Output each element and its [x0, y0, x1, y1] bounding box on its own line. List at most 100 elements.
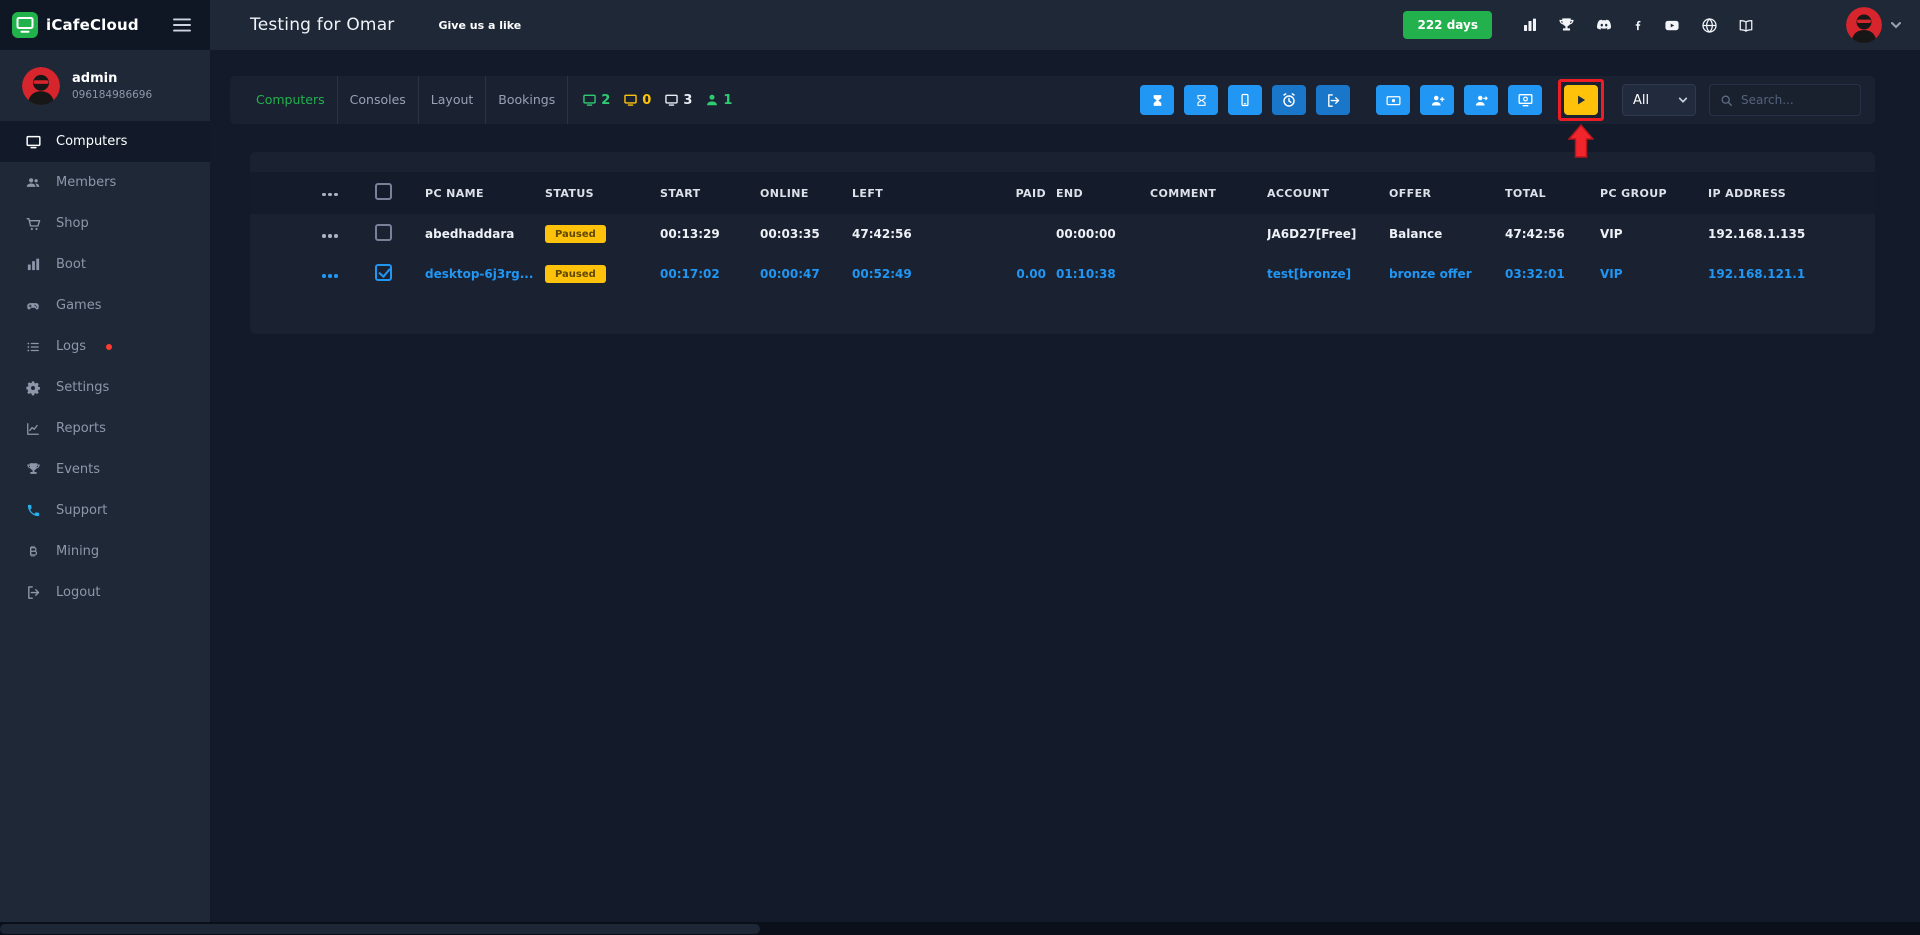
list-icon — [24, 340, 42, 354]
col-header-start[interactable]: START — [660, 187, 760, 200]
user-block[interactable]: admin 096184986696 — [0, 50, 210, 117]
trophy-icon — [24, 462, 42, 477]
hourglass-fill-icon — [1151, 93, 1164, 108]
facebook-icon[interactable] — [1633, 17, 1643, 34]
cell-pc-name[interactable]: desktop-6j3rg... — [425, 267, 545, 281]
search-input[interactable] — [1741, 93, 1850, 107]
col-header-account[interactable]: ACCOUNT — [1267, 187, 1389, 200]
person-icon — [705, 93, 719, 107]
col-header-left[interactable]: LEFT — [852, 187, 1012, 200]
sidebar-item-games[interactable]: Games — [0, 285, 210, 326]
account-menu[interactable] — [1846, 7, 1902, 43]
money-icon — [1385, 93, 1402, 108]
sidebar-item-settings[interactable]: Settings — [0, 367, 210, 408]
youtube-icon[interactable] — [1662, 18, 1682, 33]
row-actions-button[interactable] — [320, 270, 340, 282]
cell-offer: bronze offer — [1389, 267, 1472, 281]
notification-dot — [106, 343, 112, 350]
sidebar: admin 096184986696 Computers Members Sho… — [0, 50, 210, 922]
sidebar-item-logout[interactable]: Logout — [0, 572, 210, 613]
cell-offer: Balance — [1389, 227, 1443, 241]
status-badge: Paused — [545, 225, 606, 243]
sidebar-nav: Computers Members Shop Boot Games Logs S… — [0, 121, 210, 613]
cell-pc-group: VIP — [1600, 267, 1623, 281]
members-icon — [24, 175, 42, 190]
sidebar-item-members[interactable]: Members — [0, 162, 210, 203]
sidebar-item-events[interactable]: Events — [0, 449, 210, 490]
cell-ip-address: 192.168.1.135 — [1708, 227, 1806, 241]
cell-paid: 0.00 — [1016, 267, 1046, 281]
globe-icon[interactable] — [1701, 17, 1718, 34]
phone-icon — [24, 503, 42, 518]
row-checkbox[interactable] — [375, 224, 392, 241]
discord-icon[interactable] — [1594, 17, 1614, 33]
col-header-end[interactable]: END — [1056, 187, 1150, 200]
start-session-button[interactable] — [1564, 85, 1598, 115]
add-time-button[interactable] — [1140, 85, 1174, 115]
sidebar-item-support[interactable]: Support — [0, 490, 210, 531]
menu-toggle-button[interactable] — [170, 15, 194, 35]
sidebar-item-computers[interactable]: Computers — [0, 121, 210, 162]
col-header-ip-address[interactable]: IP ADDRESS — [1708, 187, 1851, 200]
sidebar-item-mining[interactable]: Mining — [0, 531, 210, 572]
cash-payment-button[interactable] — [1376, 85, 1410, 115]
col-header-status[interactable]: STATUS — [545, 187, 660, 200]
scrollbar-thumb[interactable] — [0, 923, 760, 934]
col-header-pc-group[interactable]: PC GROUP — [1600, 187, 1708, 200]
checkout-button[interactable] — [1316, 85, 1350, 115]
brand-area: iCafeCloud — [0, 0, 210, 50]
cell-left: 00:52:49 — [852, 267, 912, 281]
sidebar-item-logs[interactable]: Logs — [0, 326, 210, 367]
sidebar-item-boot[interactable]: Boot — [0, 244, 210, 285]
search-box — [1709, 84, 1861, 116]
annotation-highlight-box — [1558, 79, 1604, 158]
cell-pc-name[interactable]: abedhaddara — [425, 227, 545, 241]
table-row[interactable]: desktop-6j3rg... Paused 00:17:02 00:00:4… — [250, 254, 1875, 294]
topbar-right: 222 days — [1403, 7, 1920, 43]
cell-total: 03:32:01 — [1505, 267, 1565, 281]
monitor-icon — [623, 93, 638, 107]
tab-bookings[interactable]: Bookings — [486, 76, 569, 124]
col-header-paid[interactable]: PAID — [1012, 187, 1056, 200]
row-checkbox[interactable] — [375, 264, 392, 281]
row-actions-button[interactable] — [320, 230, 340, 242]
online-members-counter: 1 — [705, 93, 732, 108]
pc-status-counters: 2 0 3 1 — [582, 93, 732, 108]
header-actions-button[interactable] — [320, 189, 340, 201]
hamburger-icon — [172, 17, 192, 33]
cell-end: 00:00:00 — [1056, 227, 1116, 241]
col-header-comment[interactable]: COMMENT — [1150, 187, 1267, 200]
brand-logo[interactable]: iCafeCloud — [12, 12, 139, 38]
col-header-pc-name[interactable]: PC NAME — [425, 187, 545, 200]
license-days-badge[interactable]: 222 days — [1403, 11, 1492, 39]
hourglass-outline-icon — [1195, 93, 1208, 108]
search-icon — [1720, 94, 1733, 107]
mobile-app-button[interactable] — [1228, 85, 1262, 115]
avatar — [1846, 7, 1882, 43]
col-header-total[interactable]: TOTAL — [1505, 187, 1600, 200]
select-all-checkbox[interactable] — [375, 183, 392, 200]
computers-table: PC NAME STATUS START ONLINE LEFT PAID EN… — [250, 152, 1875, 334]
book-icon[interactable] — [1737, 18, 1755, 33]
play-icon — [1574, 93, 1588, 107]
alarm-button[interactable] — [1272, 85, 1306, 115]
stats-icon[interactable] — [1521, 17, 1539, 33]
add-member-button[interactable] — [1420, 85, 1454, 115]
give-us-a-like-link[interactable]: Give us a like — [439, 19, 522, 32]
assign-member-button[interactable] — [1464, 85, 1498, 115]
monitor-view-button[interactable] — [1508, 85, 1542, 115]
sidebar-item-reports[interactable]: Reports — [0, 408, 210, 449]
monitor-scan-icon — [1517, 92, 1534, 108]
tab-consoles[interactable]: Consoles — [338, 76, 419, 124]
horizontal-scrollbar[interactable] — [0, 922, 1920, 935]
tab-layout[interactable]: Layout — [419, 76, 487, 124]
col-header-online[interactable]: ONLINE — [760, 187, 852, 200]
set-time-button[interactable] — [1184, 85, 1218, 115]
col-header-offer[interactable]: OFFER — [1389, 187, 1505, 200]
tab-computers[interactable]: Computers — [244, 76, 338, 124]
pc-group-filter[interactable]: All — [1622, 84, 1696, 116]
sidebar-item-shop[interactable]: Shop — [0, 203, 210, 244]
trophy-icon[interactable] — [1558, 17, 1575, 34]
alarm-clock-icon — [1281, 92, 1297, 108]
table-row[interactable]: abedhaddara Paused 00:13:29 00:03:35 47:… — [250, 214, 1875, 254]
